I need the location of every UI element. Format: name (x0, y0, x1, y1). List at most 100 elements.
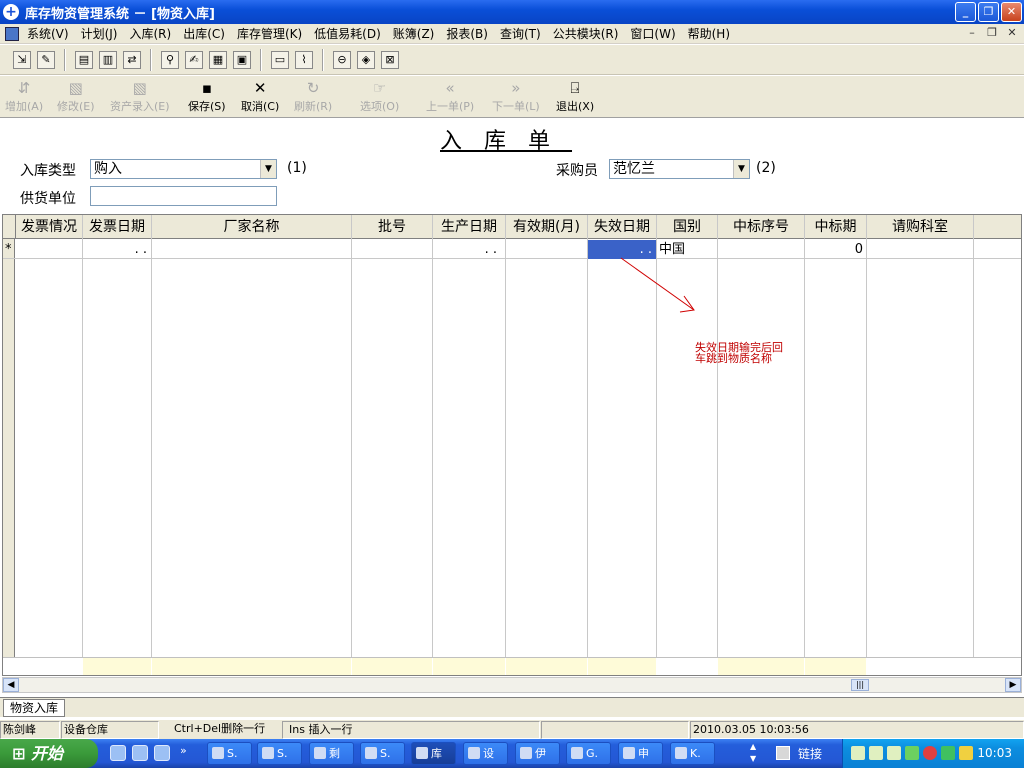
inbound-doc-icon[interactable]: ▥ (99, 50, 117, 69)
menu-plan[interactable]: 计划(J) (77, 25, 126, 42)
col-batch-no[interactable]: 批号 (352, 215, 433, 239)
menu-help[interactable]: 帮助(H) (684, 25, 738, 42)
search-icon[interactable]: ⚲ (161, 50, 179, 69)
cell-invoice-status[interactable] (16, 240, 82, 259)
edit-doc-icon[interactable]: ✎ (37, 50, 55, 69)
menu-inventory[interactable]: 库存管理(K) (233, 25, 310, 42)
taskbar-item-2[interactable]: S. (257, 742, 302, 765)
cell-requesting-dept[interactable] (867, 240, 973, 259)
menu-ledger[interactable]: 账簿(Z) (389, 25, 443, 42)
edit-button[interactable]: ▧ 修改(E) (57, 80, 95, 114)
cell-validity-months[interactable] (506, 240, 587, 259)
cell-country[interactable]: 中国 (659, 240, 717, 259)
cell-batch-no[interactable] (352, 240, 432, 259)
close-button[interactable]: ✕ (1001, 2, 1022, 22)
menu-query[interactable]: 查询(T) (496, 25, 549, 42)
horizontal-scrollbar[interactable]: ◀ ||| ▶ (2, 677, 1022, 693)
taskbar-item-7[interactable]: 伊 (515, 742, 560, 765)
taskbar-item-9[interactable]: 申 (618, 742, 663, 765)
col-invoice-date[interactable]: 发票日期 (83, 215, 152, 239)
keyboard-icon[interactable] (776, 746, 790, 760)
col-requesting-dept[interactable]: 请购科室 (867, 215, 974, 239)
col-invoice-status[interactable]: 发票情况 (16, 215, 83, 239)
taskbar-item-3[interactable]: 剩 (309, 742, 354, 765)
supplier-input[interactable] (90, 186, 277, 206)
col-expiry-date[interactable]: 失效日期 (588, 215, 657, 239)
refresh-button[interactable]: ↻ 刷新(R) (294, 80, 332, 114)
scroll-right-icon[interactable]: ▶ (1005, 678, 1021, 692)
browser-icon[interactable] (154, 745, 170, 761)
taskbar-item-4[interactable]: S. (360, 742, 405, 765)
add-button[interactable]: ⇵ 增加(A) (5, 80, 43, 114)
col-country[interactable]: 国别 (657, 215, 718, 239)
cell-manufacturer[interactable] (152, 240, 351, 259)
menu-common[interactable]: 公共模块(R) (549, 25, 627, 42)
exit-button[interactable]: ⍈ 退出(X) (556, 80, 594, 114)
col-bid-serial[interactable]: 中标序号 (718, 215, 805, 239)
battery-icon[interactable] (905, 746, 919, 760)
menu-system[interactable]: 系统(V) (23, 25, 77, 42)
cell-expiry-date[interactable]: . . (588, 240, 656, 259)
folder-icon[interactable]: ▭ (271, 50, 289, 69)
chevron-down-icon[interactable]: ▼ (260, 160, 276, 178)
quicklaunch-app-icon[interactable] (132, 745, 148, 761)
menu-inbound[interactable]: 入库(R) (125, 25, 179, 42)
chevron-down-icon[interactable]: ▼ (733, 160, 749, 178)
taskbar-item-10[interactable]: K. (670, 742, 715, 765)
thermometer-icon[interactable]: ⌇ (295, 50, 313, 69)
device-icon[interactable] (887, 746, 901, 760)
menu-reports[interactable]: 报表(B) (442, 25, 496, 42)
tab-material-inbound[interactable]: 物资入库 (3, 699, 66, 717)
inbound-type-select[interactable]: 购入 ▼ (90, 159, 277, 179)
menu-window[interactable]: 窗口(W) (626, 25, 683, 42)
menu-outbound[interactable]: 出库(C) (179, 25, 233, 42)
taskbar-item-1[interactable]: S. (207, 742, 252, 765)
cell-invoice-date[interactable]: . . (83, 240, 151, 259)
clock[interactable]: 10:03 (977, 746, 1012, 760)
report-icon[interactable]: ▣ (233, 50, 251, 69)
start-button[interactable]: ⊞ 开始 (0, 739, 98, 768)
menu-low-value[interactable]: 低值易耗(D) (310, 25, 389, 42)
update-icon[interactable] (941, 746, 955, 760)
next-button[interactable]: » 下一单(L) (492, 80, 540, 114)
col-bid-period[interactable]: 中标期 (805, 215, 867, 239)
col-manufacturer[interactable]: 厂家名称 (152, 215, 352, 239)
printer-icon[interactable] (869, 746, 883, 760)
calculator-icon[interactable]: ⊠ (381, 50, 399, 69)
quicklaunch-expand-icon[interactable]: » (180, 744, 187, 757)
taskbar-item-8[interactable]: G. (566, 742, 611, 765)
scroll-thumb[interactable]: ||| (851, 679, 869, 691)
grid-icon[interactable]: ▦ (209, 50, 227, 69)
links-toolbar[interactable]: 链接 (798, 745, 822, 762)
warning-icon[interactable] (959, 746, 973, 760)
mdi-close-button[interactable]: ✕ (1004, 26, 1020, 40)
login-icon[interactable]: ⇲ (13, 50, 31, 69)
scroll-left-icon[interactable]: ◀ (3, 678, 19, 692)
transfer-icon[interactable]: ⇄ (123, 50, 141, 69)
taskbar-scroll-icon[interactable]: ▲ ▼ (750, 741, 756, 765)
restore-button[interactable]: ❐ (978, 2, 999, 22)
col-production-date[interactable]: 生产日期 (433, 215, 506, 239)
form-edit-icon[interactable]: ✍ (185, 50, 203, 69)
document-icon[interactable] (5, 26, 19, 41)
mdi-minimize-button[interactable]: – (964, 26, 980, 40)
taskbar-item-6[interactable]: 设 (463, 742, 508, 765)
mdi-restore-button[interactable]: ❐ (984, 26, 1000, 40)
prev-button[interactable]: « 上一单(P) (426, 80, 474, 114)
no-entry-icon[interactable]: ⊖ (333, 50, 351, 69)
network-icon[interactable] (851, 746, 865, 760)
cell-bid-period[interactable]: 0 (805, 240, 865, 259)
cell-bid-serial[interactable] (718, 240, 804, 259)
table-row[interactable]: * . . . . . . 中国 0 (3, 240, 1021, 259)
save-button[interactable]: ▪ 保存(S) (188, 80, 226, 114)
taskbar-item-5[interactable]: 库 (411, 742, 456, 765)
buyer-select[interactable]: 范忆兰 ▼ (609, 159, 750, 179)
cancel-button[interactable]: ✕ 取消(C) (241, 80, 279, 114)
col-validity-months[interactable]: 有效期(月) (506, 215, 588, 239)
plan-doc-icon[interactable]: ▤ (75, 50, 93, 69)
show-desktop-icon[interactable] (110, 745, 126, 761)
detail-grid[interactable]: 发票情况 发票日期 厂家名称 批号 生产日期 有效期(月) 失效日期 国别 中标… (2, 214, 1022, 676)
cell-production-date[interactable]: . . (433, 240, 505, 259)
options-button[interactable]: ☞ 选项(O) (360, 80, 399, 114)
minimize-button[interactable]: _ (955, 2, 976, 22)
